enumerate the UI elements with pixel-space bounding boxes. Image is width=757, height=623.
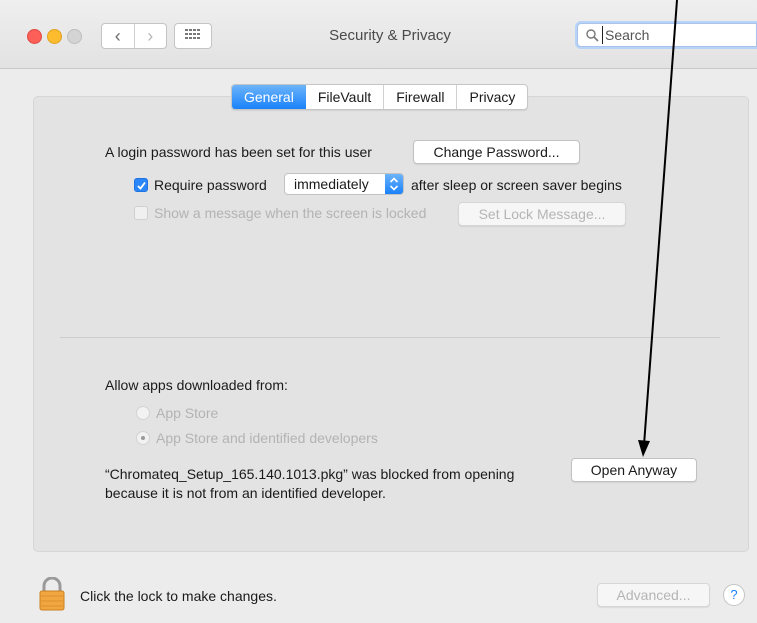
tab-filevault[interactable]: FileVault xyxy=(306,85,385,109)
select-value: immediately xyxy=(294,176,369,192)
allow-apps-label: Allow apps downloaded from: xyxy=(105,377,288,393)
tab-general[interactable]: General xyxy=(232,85,306,109)
content-panel xyxy=(33,96,749,552)
search-field[interactable] xyxy=(577,23,757,47)
require-password-label: Require password xyxy=(154,177,267,193)
tab-bar: General FileVault Firewall Privacy xyxy=(231,84,529,110)
minimize-window-button[interactable] xyxy=(47,29,62,44)
updown-arrows-icon xyxy=(385,174,403,194)
app-store-label: App Store xyxy=(156,405,219,421)
change-password-button[interactable]: Change Password... xyxy=(413,140,580,164)
lock-message: Click the lock to make changes. xyxy=(80,588,277,604)
blocked-message-line1: “Chromateq_Setup_165.140.1013.pkg” was b… xyxy=(105,466,515,482)
section-divider xyxy=(60,337,720,338)
search-icon xyxy=(586,29,599,42)
zoom-window-button[interactable] xyxy=(67,29,82,44)
app-store-radio[interactable] xyxy=(136,406,150,420)
after-sleep-text: after sleep or screen saver begins xyxy=(411,177,622,193)
window-title: Security & Privacy xyxy=(329,27,451,44)
chevron-left-icon: ‹ xyxy=(114,26,121,46)
open-anyway-button[interactable]: Open Anyway xyxy=(571,458,697,482)
app-store-identified-radio[interactable] xyxy=(136,431,150,445)
grid-icon xyxy=(185,29,200,39)
blocked-message-line2: because it is not from an identified dev… xyxy=(105,485,386,501)
tab-firewall[interactable]: Firewall xyxy=(384,85,458,109)
app-store-identified-label: App Store and identified developers xyxy=(156,430,378,446)
checkmark-icon xyxy=(137,181,146,190)
close-window-button[interactable] xyxy=(27,29,42,44)
search-input[interactable] xyxy=(602,26,755,44)
require-password-checkbox[interactable] xyxy=(134,178,148,192)
show-message-label: Show a message when the screen is locked xyxy=(154,205,427,221)
back-button[interactable]: ‹ xyxy=(102,24,135,48)
show-all-button[interactable] xyxy=(174,23,212,49)
require-password-delay-select[interactable]: immediately xyxy=(284,173,404,195)
navigation-buttons: ‹ › xyxy=(101,23,167,49)
tab-privacy[interactable]: Privacy xyxy=(457,85,527,109)
forward-button[interactable]: › xyxy=(135,24,167,48)
show-message-checkbox[interactable] xyxy=(134,206,148,220)
set-lock-message-button[interactable]: Set Lock Message... xyxy=(458,202,626,226)
advanced-button[interactable]: Advanced... xyxy=(597,583,710,607)
lock-icon[interactable] xyxy=(38,576,66,614)
login-password-text: A login password has been set for this u… xyxy=(105,144,372,160)
chevron-right-icon: › xyxy=(147,26,154,46)
help-button[interactable]: ? xyxy=(723,584,745,606)
